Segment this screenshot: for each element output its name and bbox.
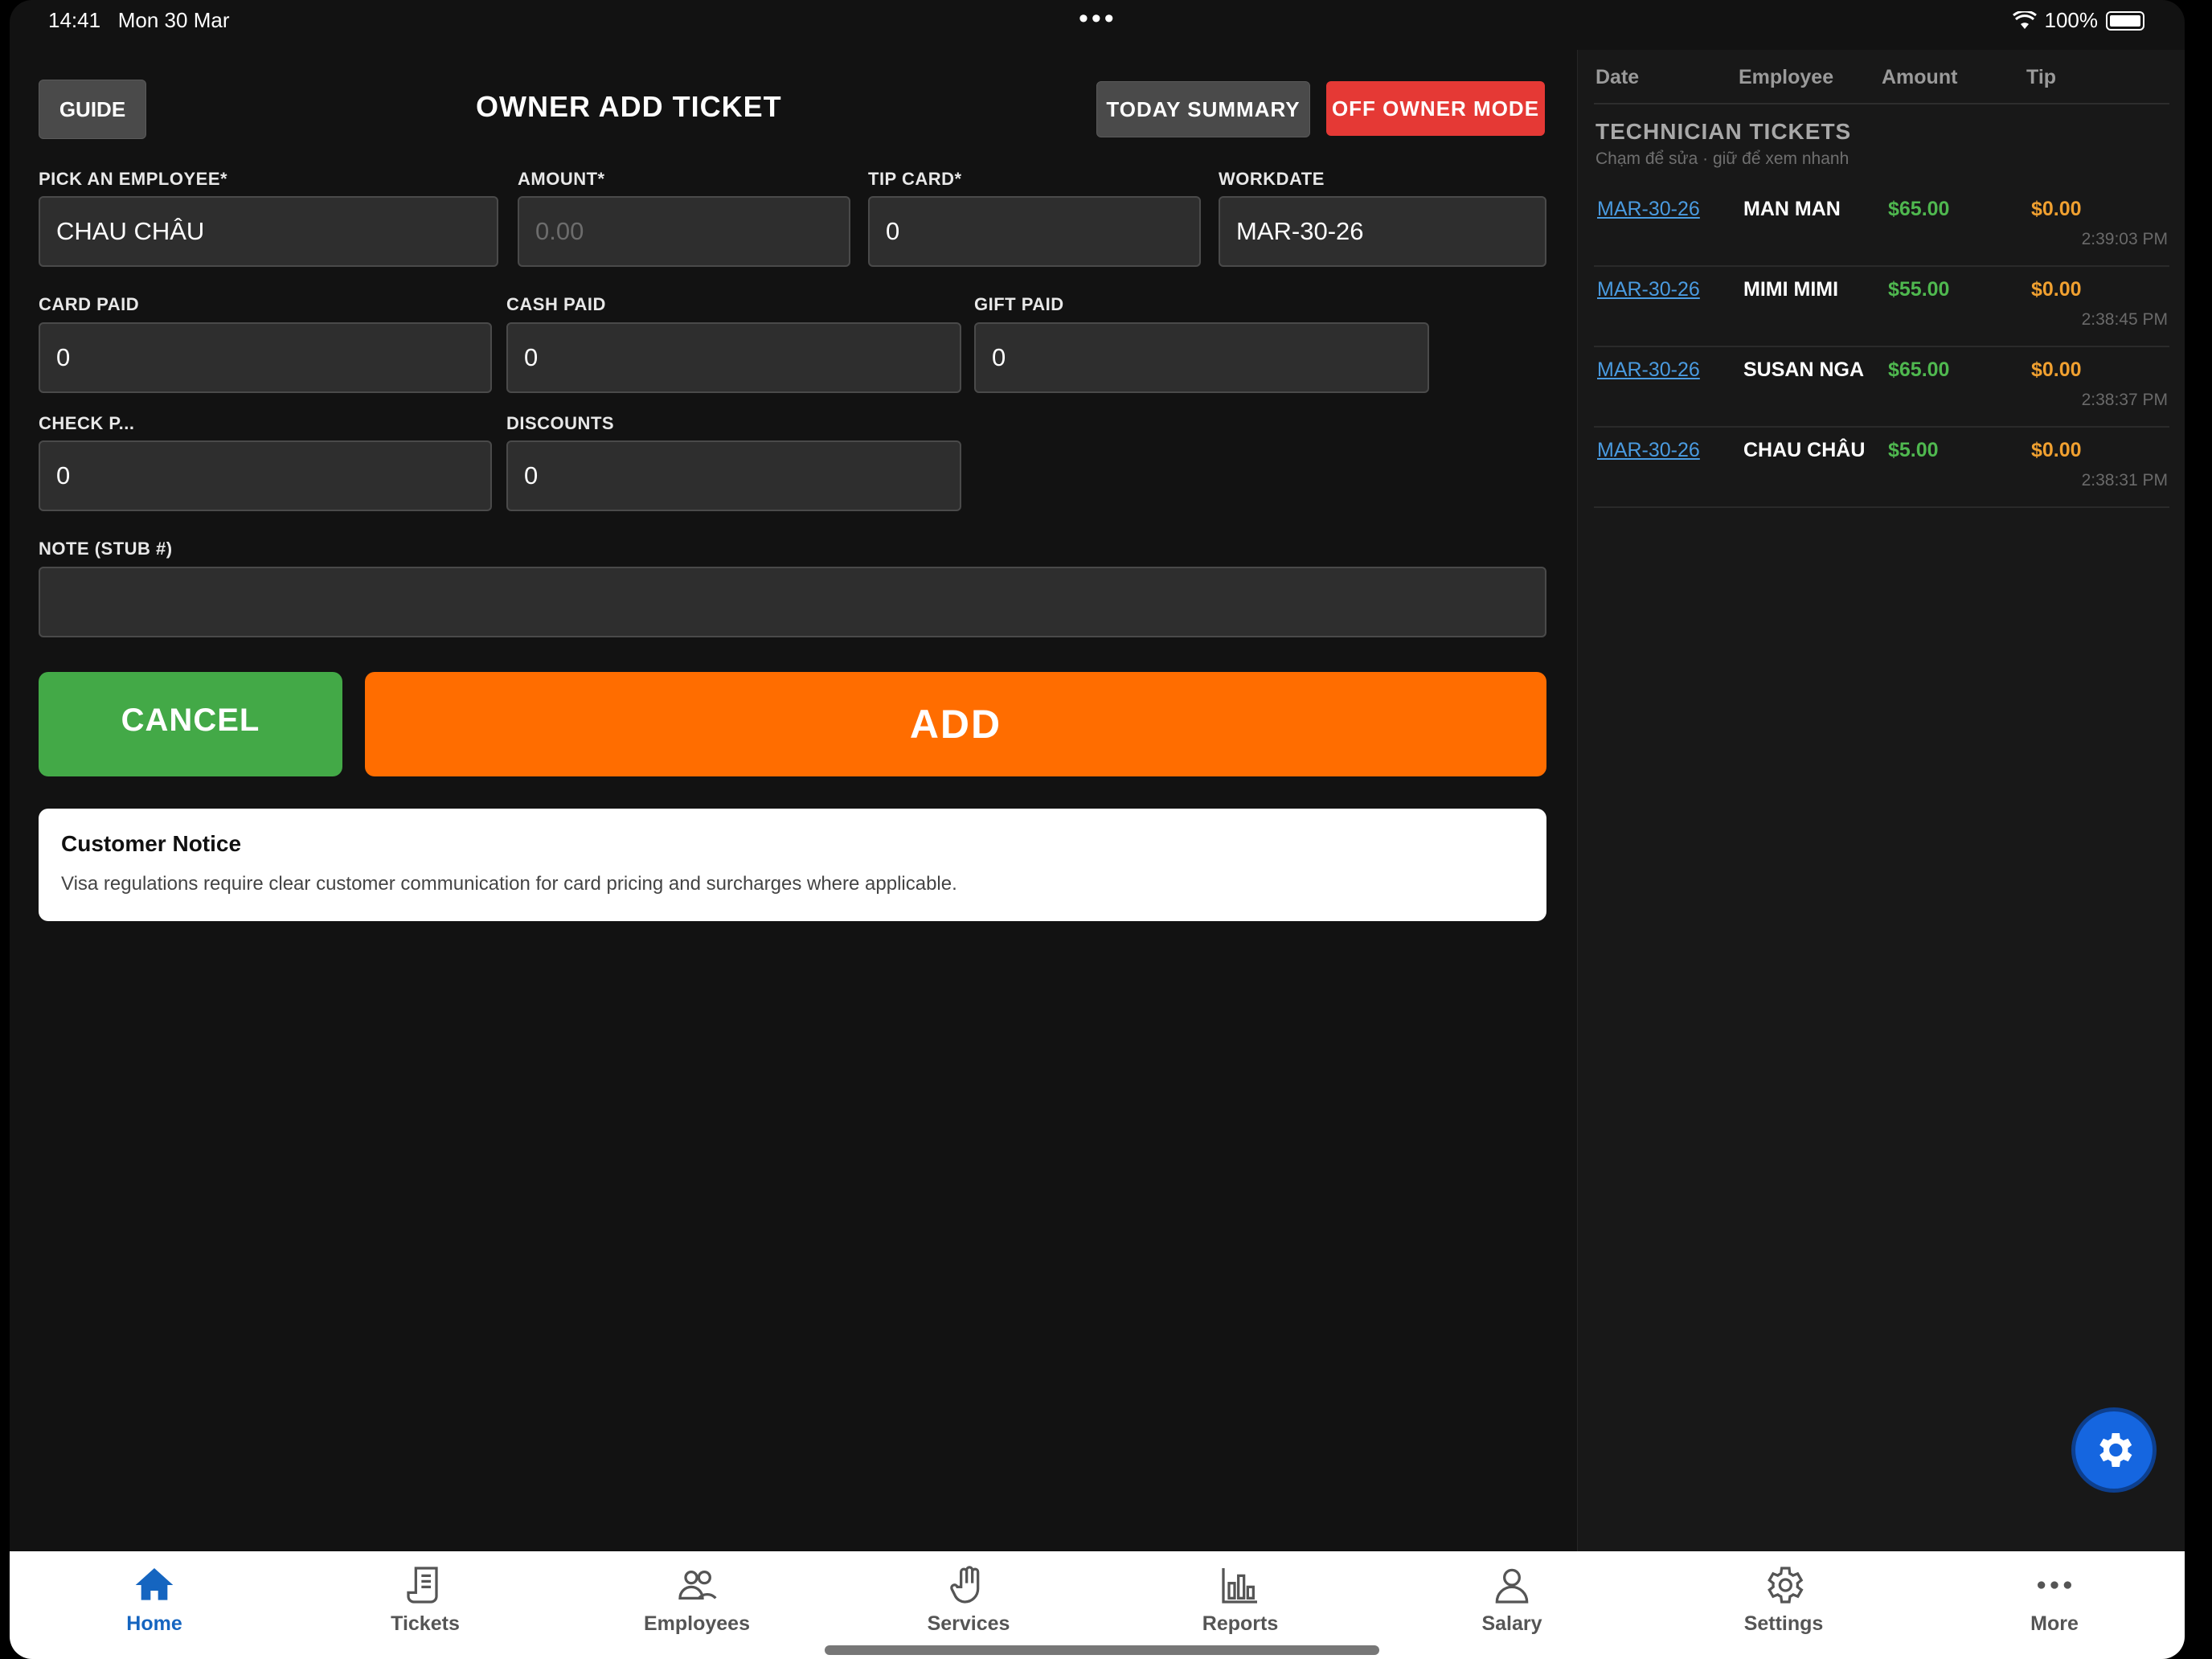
note-input[interactable] bbox=[39, 567, 1546, 637]
ticket-tip: $0.00 bbox=[2031, 439, 2082, 461]
technician-tickets-panel: Date Employee Amount Tip TECHNICIAN TICK… bbox=[1577, 50, 2185, 1551]
ticket-date-link[interactable]: MAR-30-26 bbox=[1597, 198, 1700, 221]
tab-tickets[interactable]: Tickets bbox=[345, 1563, 506, 1636]
gift-paid-label: GIFT PAID bbox=[974, 294, 1064, 314]
battery-icon bbox=[2106, 10, 2144, 31]
multitasking-dots-icon[interactable]: ••• bbox=[1079, 3, 1117, 35]
status-bar-right: 100% bbox=[2012, 8, 2144, 33]
ticket-amount: $5.00 bbox=[1888, 439, 1939, 461]
discounts-label: DISCOUNTS bbox=[506, 413, 615, 433]
status-bar-time: 14:41 Mon 30 Mar bbox=[48, 8, 229, 33]
check-paid-label: CHECK P... bbox=[39, 413, 135, 433]
ticket-time: 2:39:03 PM bbox=[2081, 230, 2168, 248]
page-title: OWNER ADD TICKET bbox=[476, 90, 782, 123]
ticket-row[interactable]: MAR-30-26 SUSAN NGA $65.00 $0.00 2:38:37… bbox=[1594, 346, 2169, 428]
status-time: 14:41 bbox=[48, 8, 101, 32]
workdate-field[interactable]: MAR-30-26 bbox=[1219, 196, 1546, 267]
tab-label: Services bbox=[927, 1612, 1010, 1635]
notice-title: Customer Notice bbox=[61, 831, 242, 856]
ticket-employee: SUSAN NGA bbox=[1743, 358, 1865, 381]
add-button[interactable]: ADD bbox=[365, 672, 1546, 776]
notice-text: Visa regulations require clear customer … bbox=[61, 873, 957, 895]
home-icon bbox=[135, 1568, 174, 1600]
cash-paid-label: CASH PAID bbox=[506, 294, 606, 314]
column-header-amount: Amount bbox=[1882, 66, 1958, 88]
check-paid-input[interactable]: 0 bbox=[39, 440, 492, 511]
tab-label: Employees bbox=[643, 1612, 750, 1635]
ticket-employee: CHAU CHÂU bbox=[1743, 439, 1866, 461]
status-date: Mon 30 Mar bbox=[117, 8, 230, 32]
guide-button[interactable]: GUIDE bbox=[39, 80, 146, 139]
ticket-date-link[interactable]: MAR-30-26 bbox=[1597, 278, 1700, 301]
ticket-employee: MAN MAN bbox=[1743, 198, 1841, 220]
ticket-employee: MIMI MIMI bbox=[1743, 278, 1839, 301]
people-icon bbox=[678, 1571, 717, 1600]
app-screen: 14:41 Mon 30 Mar ••• 100% GUIDE OWNER AD… bbox=[10, 0, 2185, 1659]
customer-notice-card: Customer Notice Visa regulations require… bbox=[39, 809, 1546, 921]
column-header-employee: Employee bbox=[1739, 66, 1834, 88]
employee-label: PICK AN EMPLOYEE* bbox=[39, 169, 228, 189]
tab-settings[interactable]: Settings bbox=[1703, 1563, 1864, 1636]
workdate-label: WORKDATE bbox=[1219, 169, 1325, 189]
ticket-amount: $65.00 bbox=[1888, 358, 1950, 381]
panel-title: TECHNICIAN TICKETS bbox=[1596, 119, 1852, 144]
tab-reports[interactable]: Reports bbox=[1160, 1563, 1321, 1636]
card-paid-input[interactable]: 0 bbox=[39, 322, 492, 393]
employee-select[interactable]: CHAU CHÂU bbox=[39, 196, 498, 267]
cash-paid-input[interactable]: 0 bbox=[506, 322, 961, 393]
card-paid-label: CARD PAID bbox=[39, 294, 140, 314]
today-summary-button[interactable]: TODAY SUMMARY bbox=[1096, 81, 1310, 137]
battery-percent: 100% bbox=[2044, 8, 2099, 32]
home-indicator[interactable] bbox=[825, 1645, 1379, 1655]
ticket-tip: $0.00 bbox=[2031, 358, 2082, 381]
panel-subtitle: Chạm để sửa · giữ để xem nhanh bbox=[1596, 150, 1849, 168]
tab-services[interactable]: Services bbox=[888, 1563, 1049, 1636]
tip-card-label: TIP CARD* bbox=[868, 169, 962, 189]
tab-more[interactable]: More bbox=[1974, 1563, 2135, 1636]
ticket-date-link[interactable]: MAR-30-26 bbox=[1597, 358, 1700, 382]
bottom-tab-bar: Home Tickets Employees Services Reports … bbox=[10, 1551, 2185, 1659]
ticket-date-link[interactable]: MAR-30-26 bbox=[1597, 439, 1700, 462]
off-owner-mode-button[interactable]: OFF OWNER MODE bbox=[1326, 81, 1545, 136]
bar-chart-icon bbox=[1222, 1568, 1257, 1604]
ticket-time: 2:38:37 PM bbox=[2081, 391, 2168, 409]
ticket-time: 2:38:31 PM bbox=[2081, 471, 2168, 490]
gear-icon bbox=[1768, 1567, 1804, 1604]
header-divider bbox=[1594, 103, 2169, 104]
ticket-tip: $0.00 bbox=[2031, 278, 2082, 301]
tab-label: Home bbox=[126, 1612, 182, 1635]
ticket-amount: $65.00 bbox=[1888, 198, 1950, 220]
tip-card-input[interactable]: 0 bbox=[868, 196, 1201, 267]
column-header-tip: Tip bbox=[2026, 66, 2057, 88]
more-icon bbox=[2038, 1581, 2071, 1589]
note-label: NOTE (STUB #) bbox=[39, 539, 173, 559]
tab-label: More bbox=[2030, 1612, 2079, 1635]
ticket-row[interactable]: MAR-30-26 MIMI MIMI $55.00 $0.00 2:38:45… bbox=[1594, 265, 2169, 347]
ticket-tip: $0.00 bbox=[2031, 198, 2082, 220]
floating-settings-button[interactable] bbox=[2075, 1411, 2153, 1489]
hand-icon bbox=[950, 1566, 980, 1604]
tab-salary[interactable]: Salary bbox=[1432, 1563, 1592, 1636]
ticket-row[interactable]: MAR-30-26 MAN MAN $65.00 $0.00 2:39:03 P… bbox=[1594, 185, 2169, 267]
amount-label: AMOUNT* bbox=[518, 169, 605, 189]
tab-label: Tickets bbox=[391, 1612, 460, 1635]
gear-icon bbox=[2099, 1433, 2132, 1467]
tab-label: Salary bbox=[1481, 1612, 1542, 1635]
tab-employees[interactable]: Employees bbox=[616, 1563, 777, 1636]
ticket-row[interactable]: MAR-30-26 CHAU CHÂU $5.00 $0.00 2:38:31 … bbox=[1594, 426, 2169, 508]
amount-input[interactable]: 0.00 bbox=[518, 196, 850, 267]
person-icon bbox=[1495, 1568, 1529, 1604]
receipt-icon bbox=[407, 1567, 438, 1604]
ticket-time: 2:38:45 PM bbox=[2081, 310, 2168, 329]
tab-home[interactable]: Home bbox=[74, 1563, 235, 1636]
tab-label: Reports bbox=[1202, 1612, 1279, 1635]
cancel-button[interactable]: CANCEL bbox=[39, 672, 342, 776]
tab-label: Settings bbox=[1743, 1612, 1824, 1635]
discounts-input[interactable]: 0 bbox=[506, 440, 961, 511]
gift-paid-input[interactable]: 0 bbox=[974, 322, 1429, 393]
column-header-date: Date bbox=[1596, 66, 1640, 88]
wifi-icon bbox=[2012, 10, 2037, 29]
ticket-amount: $55.00 bbox=[1888, 278, 1950, 301]
